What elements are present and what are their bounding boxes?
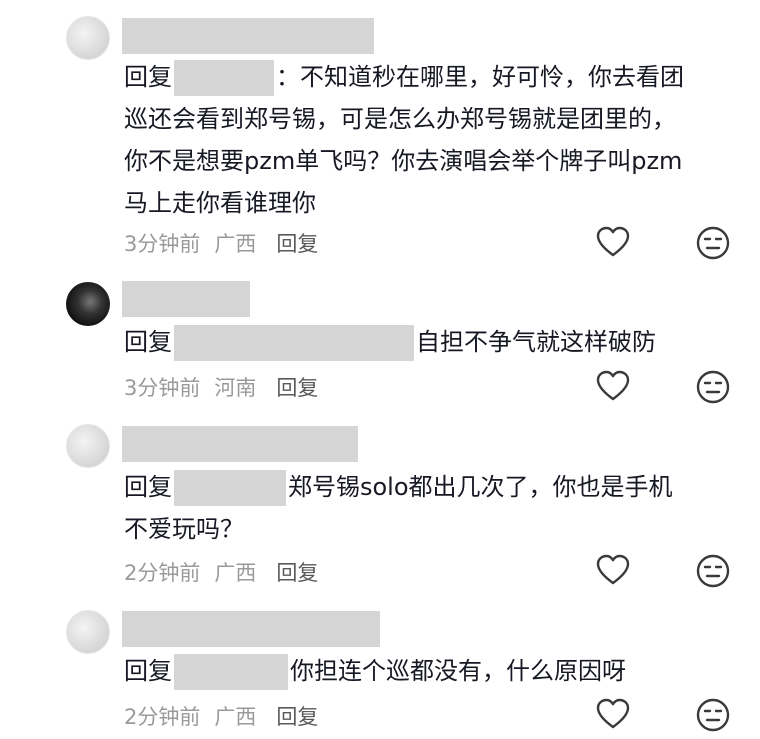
comment-time: 3分钟前 — [124, 232, 201, 256]
comment-time: 3分钟前 — [124, 376, 201, 400]
comment-location: 广西 — [214, 561, 257, 585]
neutral-face-icon[interactable] — [696, 698, 730, 732]
redacted-reply-target[interactable] — [174, 60, 274, 96]
comment-text: 回复 自担不争气就这样破防 — [124, 321, 734, 363]
comment-line: ：不知道秒在哪里，好可怜，你去看团 — [276, 63, 684, 91]
comment-line: 自担不争气就这样破防 — [416, 328, 656, 356]
comment-meta: 2分钟前 广西 回复 — [124, 701, 332, 731]
comment-meta: 2分钟前 广西 回复 — [124, 557, 332, 587]
comment-time: 2分钟前 — [124, 705, 201, 729]
comment-text: 回复 郑号锡solo都出几次了，你也是手机 不爱玩吗？ — [124, 466, 734, 550]
reply-button[interactable]: 回复 — [276, 376, 318, 400]
redacted-reply-target[interactable] — [174, 654, 288, 690]
reply-prefix: 回复 — [124, 63, 172, 91]
comment-line: 巡还会看到郑号锡，可是怎么办郑号锡就是团里的， — [124, 105, 676, 133]
neutral-face-icon[interactable] — [696, 226, 730, 260]
redacted-reply-target[interactable] — [174, 470, 286, 506]
user-avatar[interactable] — [66, 16, 110, 60]
comment-location: 广西 — [214, 705, 257, 729]
comment-line: 不爱玩吗？ — [124, 515, 244, 543]
redacted-username[interactable] — [122, 281, 250, 317]
heart-outline-icon[interactable] — [596, 226, 630, 260]
comment-text: 回复 你担连个巡都没有，什么原因呀 — [124, 650, 734, 692]
redacted-username[interactable] — [122, 611, 380, 647]
comment-meta: 3分钟前 广西 回复 — [124, 228, 332, 258]
redacted-username[interactable] — [122, 18, 374, 54]
comment-line: 郑号锡solo都出几次了，你也是手机 — [288, 473, 673, 501]
comment-line: 你担连个巡都没有，什么原因呀 — [290, 657, 626, 685]
heart-outline-icon[interactable] — [596, 370, 630, 404]
comment-meta: 3分钟前 河南 回复 — [124, 372, 332, 402]
comment-location: 河南 — [214, 376, 257, 400]
reply-button[interactable]: 回复 — [276, 561, 318, 585]
neutral-face-icon[interactable] — [696, 370, 730, 404]
comment-text: 回复 ：不知道秒在哪里，好可怜，你去看团 巡还会看到郑号锡，可是怎么办郑号锡就是团… — [124, 56, 734, 224]
comment-line: 马上走你看谁理你 — [124, 189, 316, 217]
comment-location: 广西 — [214, 232, 257, 256]
reply-button[interactable]: 回复 — [276, 705, 318, 729]
user-avatar[interactable] — [66, 424, 110, 468]
reply-button[interactable]: 回复 — [276, 232, 318, 256]
redacted-username[interactable] — [122, 426, 358, 462]
reply-prefix: 回复 — [124, 473, 172, 501]
reply-prefix: 回复 — [124, 328, 172, 356]
neutral-face-icon[interactable] — [696, 554, 730, 588]
comment-time: 2分钟前 — [124, 561, 201, 585]
heart-outline-icon[interactable] — [596, 698, 630, 732]
comment-line: 你不是想要pzm单飞吗？你去演唱会举个牌子叫pzm — [124, 147, 683, 175]
user-avatar[interactable] — [66, 610, 110, 654]
redacted-reply-target[interactable] — [174, 325, 414, 361]
reply-prefix: 回复 — [124, 657, 172, 685]
heart-outline-icon[interactable] — [596, 554, 630, 588]
user-avatar[interactable] — [66, 282, 110, 326]
